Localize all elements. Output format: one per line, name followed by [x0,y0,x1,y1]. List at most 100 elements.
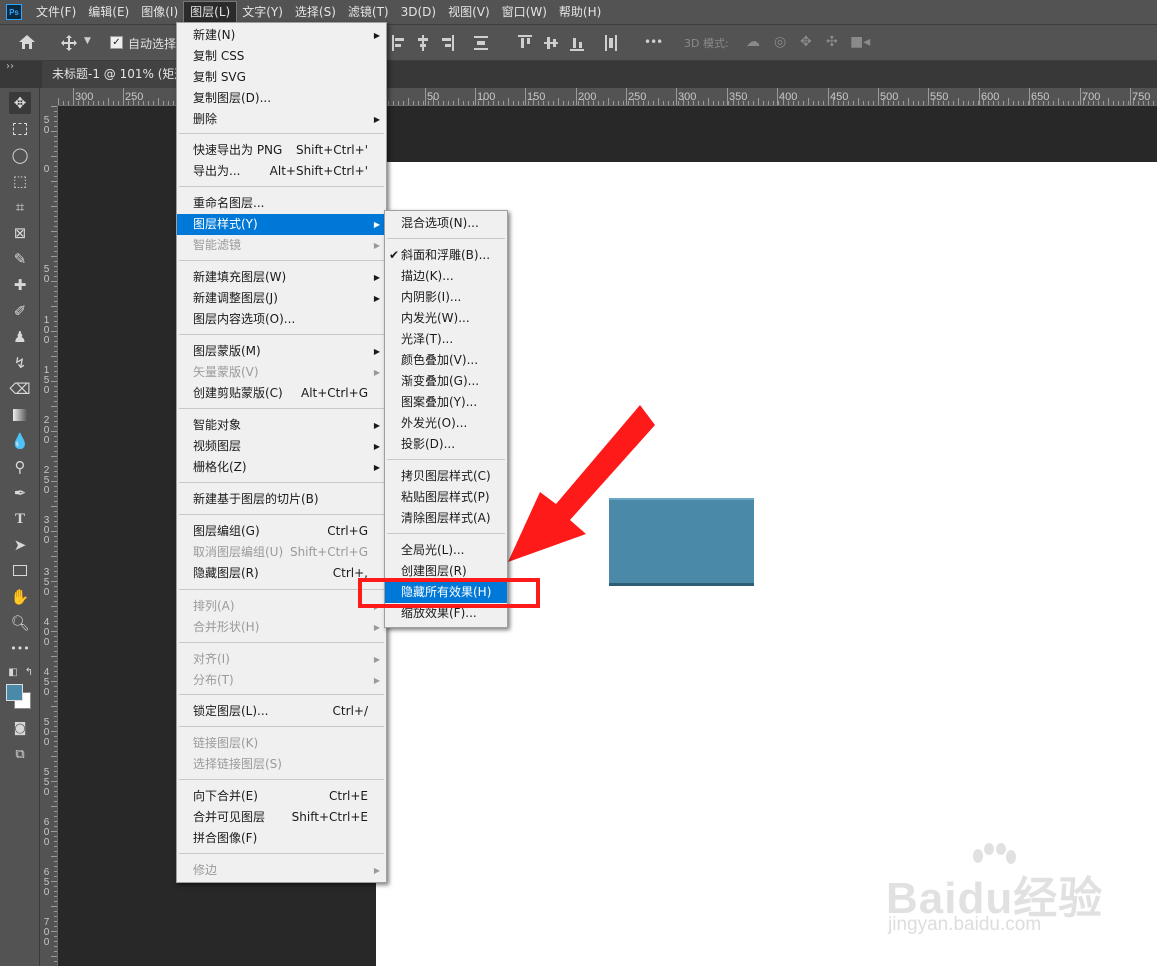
edit-toolbar-icon[interactable]: ••• [9,638,31,660]
menu-type[interactable]: 文字(Y) [236,2,289,22]
crop-tool-icon[interactable]: ⌗ [9,196,31,218]
layer-menu-item[interactable]: 向下合并(E) Ctrl+E [177,786,386,807]
healing-brush-tool-icon[interactable]: ✚ [9,274,31,296]
layer-menu-item[interactable]: 新建填充图层(W) ▶ [177,267,386,288]
align-bottom-icon[interactable] [570,35,584,51]
menu-layer[interactable]: 图层(L) [183,1,238,23]
ruler-minor-tick [568,101,569,105]
lasso-tool-icon[interactable]: ◯ [9,144,31,166]
layer-menu-item[interactable]: 栅格化(Z) ▶ [177,457,386,478]
home-icon[interactable] [18,34,36,50]
marquee-tool-icon[interactable] [9,118,31,140]
distribute-icon[interactable] [474,35,488,51]
layer-style-menu-item[interactable]: 混合选项(N)... [385,213,507,234]
layer-menu-item[interactable]: 新建基于图层的切片(B) [177,489,386,510]
layer-style-menu-item[interactable]: 内阴影(I)... [385,287,507,308]
swap-colors-icon[interactable]: ↰ [18,662,40,684]
layer-style-menu-item[interactable]: 渐变叠加(G)... [385,371,507,392]
brush-tool-icon[interactable]: ✐ [9,300,31,322]
layer-menu-item[interactable]: 合并可见图层 Shift+Ctrl+E [177,807,386,828]
layer-style-menu-item[interactable]: 描边(K)... [385,266,507,287]
hand-tool-icon[interactable]: ✋ [9,586,31,608]
layer-style-menu-item[interactable]: 清除图层样式(A) [385,508,507,529]
align-middle-icon[interactable] [544,35,558,51]
layer-menu-item[interactable]: 隐藏图层(R) Ctrl+, [177,563,386,584]
rectangle-tool-icon[interactable] [9,560,31,582]
layer-menu-item[interactable]: 图层蒙版(M) ▶ [177,341,386,362]
layer-menu-item[interactable]: 快速导出为 PNG Shift+Ctrl+' [177,140,386,161]
layer-style-menu-item[interactable]: 颜色叠加(V)... [385,350,507,371]
stamp-tool-icon[interactable]: ♟ [9,326,31,348]
layer-style-menu-item[interactable]: 内发光(W)... [385,308,507,329]
layer-style-menu-item[interactable]: 图案叠加(Y)... [385,392,507,413]
ruler-minor-tick [633,98,634,105]
ruler-minor-tick [753,101,754,105]
more-options-icon[interactable]: ••• [644,35,663,49]
chevron-down-icon[interactable]: ▼ [84,36,91,46]
object-select-tool-icon[interactable]: ⬚ [9,170,31,192]
autoselect-checkbox[interactable]: ✓ [110,36,123,49]
layer-menu-item[interactable]: 复制 SVG [177,67,386,88]
move-tool-icon[interactable] [60,34,78,52]
distribute-vertical-icon[interactable] [604,35,618,51]
align-center-icon[interactable] [416,35,430,51]
layer-menu-item[interactable]: 复制 CSS [177,46,386,67]
ruler-minor-tick [658,98,659,105]
ruler-minor-tick [73,101,74,105]
layer-style-menu-item[interactable]: 粘贴图层样式(P) [385,487,507,508]
layer-style-menu-item[interactable]: 投影(D)... [385,434,507,455]
layer-menu-item[interactable]: 锁定图层(L)... Ctrl+/ [177,701,386,722]
layer-style-menu-item[interactable]: 全局光(L)... [385,540,507,561]
align-left-icon[interactable] [392,35,406,51]
menu-filter[interactable]: 滤镜(T) [342,2,395,22]
layer-menu-item[interactable]: 智能对象 ▶ [177,415,386,436]
ruler-minor-tick [523,101,524,105]
layer-menu-item[interactable]: 图层样式(Y) ▶ [177,214,386,235]
dodge-tool-icon[interactable]: ⚲ [9,456,31,478]
gradient-tool-icon[interactable] [9,404,31,426]
menu-help[interactable]: 帮助(H) [553,2,607,22]
document-tab[interactable]: 未标题-1 @ 101% (矩形 [42,61,182,88]
layer-menu-item[interactable]: 新建调整图层(J) ▶ [177,288,386,309]
layer-style-menu-item[interactable]: 外发光(O)... [385,413,507,434]
layer-menu-item[interactable]: 新建(N) ▶ [177,25,386,46]
frame-tool-icon[interactable]: ⊠ [9,222,31,244]
align-top-icon[interactable] [518,35,532,51]
layer-style-menu-item[interactable]: 拷贝图层样式(C) [385,466,507,487]
history-brush-tool-icon[interactable]: ↯ [9,352,31,374]
layer-style-menu-item[interactable]: 光泽(T)... [385,329,507,350]
ruler-minor-tick [988,101,989,105]
layer-style-menu-item[interactable]: ✔ 斜面和浮雕(B)... [385,245,507,266]
path-select-tool-icon[interactable]: ➤ [9,534,31,556]
layer-menu-item[interactable]: 视频图层 ▶ [177,436,386,457]
blur-tool-icon[interactable]: 💧 [9,430,31,452]
ruler-minor-tick [54,371,57,372]
menu-edit[interactable]: 编辑(E) [82,2,135,22]
foreground-color-swatch[interactable] [6,684,23,701]
menu-3d[interactable]: 3D(D) [395,2,442,22]
layer-menu-item[interactable]: 图层内容选项(O)... [177,309,386,330]
eyedropper-tool-icon[interactable]: ✎ [9,248,31,270]
layer-menu-item[interactable]: 导出为... Alt+Shift+Ctrl+' [177,161,386,182]
collapse-panel-icon[interactable]: ›› [6,61,14,72]
eraser-tool-icon[interactable]: ⌫ [9,378,31,400]
layer-menu-item[interactable]: 创建剪贴蒙版(C) Alt+Ctrl+G [177,383,386,404]
move-tool-icon[interactable]: ✥ [9,92,31,114]
screen-mode-icon[interactable]: ⧉ [9,744,31,766]
ruler-minor-tick [508,98,509,105]
layer-menu-item[interactable]: 拼合图像(F) [177,828,386,849]
layer-menu-item[interactable]: 复制图层(D)... [177,88,386,109]
menu-select[interactable]: 选择(S) [289,2,342,22]
quick-mask-icon[interactable]: ◙ [9,718,31,740]
layer-menu-item[interactable]: 图层编组(G) Ctrl+G [177,521,386,542]
menu-image[interactable]: 图像(I) [135,2,184,22]
zoom-tool-icon[interactable]: 🔍︎ [9,612,31,634]
menu-window[interactable]: 窗口(W) [496,2,553,22]
pen-tool-icon[interactable]: ✒ [9,482,31,504]
layer-menu-item[interactable]: 重命名图层... [177,193,386,214]
type-tool-icon[interactable]: T [9,508,31,530]
menu-file[interactable]: 文件(F) [30,2,82,22]
menu-view[interactable]: 视图(V) [442,2,496,22]
layer-menu-item[interactable]: 删除 ▶ [177,109,386,130]
align-right-icon[interactable] [440,35,454,51]
